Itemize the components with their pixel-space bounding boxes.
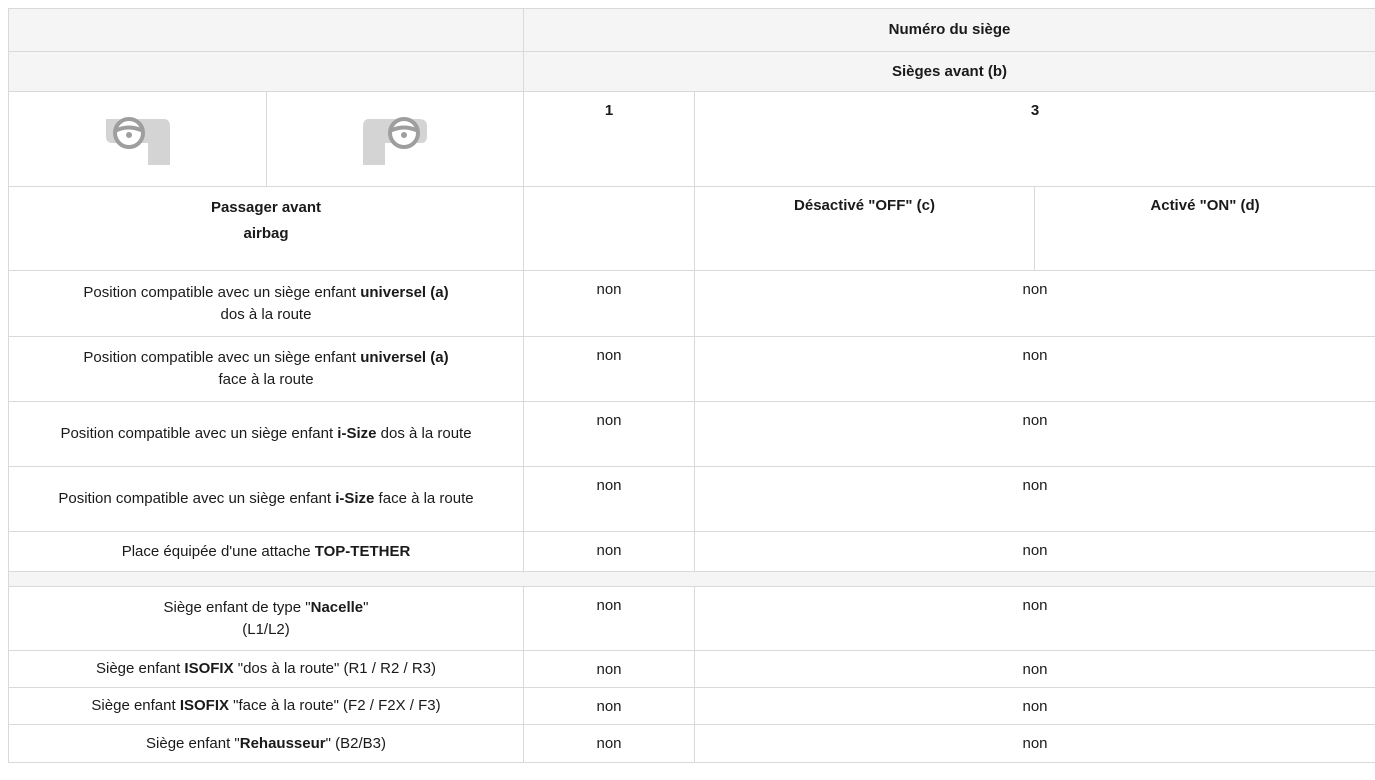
seat-1-value: non: [523, 270, 695, 337]
seat-3-value: non: [693, 466, 1375, 532]
row-label-text: Siège enfant ": [146, 734, 240, 752]
seat-3-value: non: [693, 531, 1375, 572]
table-row: Siège enfant ISOFIX "face à la route" (F…: [8, 687, 1375, 725]
row-label-emphasis: universel (a): [360, 283, 449, 301]
header-empty-cell: [8, 8, 524, 52]
seat-1-value: non: [523, 724, 695, 763]
row-label-text: Siège enfant de type ": [163, 598, 311, 616]
universal-rows-group: Position compatible avec un siège enfant…: [8, 270, 1375, 572]
row-label: Siège enfant "Rehausseur" (B2/B3): [8, 724, 524, 763]
row-label-text: Place équipée d'une attache: [121, 542, 315, 560]
table-row: Siège enfant "Rehausseur" (B2/B3) non non: [8, 724, 1375, 763]
lhd-icon-cell: [8, 91, 267, 187]
rhd-icon-cell: [266, 91, 524, 187]
row-label: Place équipée d'une attache TOP-TETHER: [8, 531, 524, 572]
airbag-on-header: Activé "ON" (d): [1033, 186, 1375, 271]
seat-3-value: non: [693, 724, 1375, 763]
seat-3-value: non: [693, 270, 1375, 337]
row-label-text: "dos à la route" (R1 / R2 / R3): [233, 660, 436, 677]
row-label-text: Siège enfant: [91, 697, 180, 714]
page: Numéro du siège Sièges avant (b) 1 3 Pas…: [0, 0, 1375, 780]
row-label-text: Siège enfant: [96, 660, 185, 677]
seat-3-value: non: [693, 687, 1375, 725]
row-label: Position compatible avec un siège enfant…: [8, 336, 524, 402]
header-row-icons: 1 3: [8, 91, 1375, 187]
table-row: Position compatible avec un siège enfant…: [8, 466, 1375, 532]
spacer-row: [7, 571, 1375, 587]
header-row-seat-number: Numéro du siège: [8, 8, 1375, 52]
row-label-text: ": [363, 598, 369, 616]
row-label-emphasis: TOP-TETHER: [314, 542, 411, 560]
seat-3-value: non: [693, 586, 1375, 651]
row-label-text: Position compatible avec un siège enfant: [83, 349, 361, 366]
airbag-header: Passager avant airbag: [8, 186, 524, 271]
table-row: Position compatible avec un siège enfant…: [8, 336, 1375, 402]
row-label: Siège enfant ISOFIX "dos à la route" (R1…: [8, 650, 524, 688]
header-empty-cell: [8, 51, 524, 92]
row-label-emphasis: i-Size: [337, 425, 377, 442]
table-row: Position compatible avec un siège enfant…: [8, 401, 1375, 467]
seat-1-header: 1: [523, 91, 695, 187]
front-seats-header: Sièges avant (b): [522, 51, 1375, 92]
seat-1-value: non: [523, 531, 695, 572]
seat-1-value: non: [523, 687, 695, 725]
row-label: Siège enfant de type "Nacelle" (L1/L2): [8, 586, 524, 651]
row-label-text: face à la route: [218, 371, 314, 388]
row-label-text: Position compatible avec un siège enfant: [60, 425, 338, 442]
row-label-text: Position compatible avec un siège enfant: [83, 283, 361, 301]
table-row: Position compatible avec un siège enfant…: [8, 270, 1375, 337]
left-hand-drive-icon: [105, 117, 170, 165]
seat-3-header: 3: [693, 91, 1375, 187]
seat-1-value: non: [523, 401, 695, 467]
row-label: Position compatible avec un siège enfant…: [8, 401, 524, 467]
seat-1-value: non: [523, 336, 695, 402]
row-label: Position compatible avec un siège enfant…: [8, 270, 524, 337]
seat-1-value: non: [523, 586, 695, 651]
airbag-header-line2: airbag: [243, 225, 289, 242]
row-label-emphasis: universel (a): [360, 349, 449, 366]
spacer-cell: [7, 571, 1375, 587]
row-label-emphasis: Nacelle: [310, 598, 364, 616]
airbag-header-line1: Passager avant: [210, 199, 322, 216]
seat-3-value: non: [693, 336, 1375, 402]
row-label-text: face à la route: [374, 490, 474, 507]
row-label-emphasis: Rehausseur: [239, 734, 326, 752]
row-label-emphasis: ISOFIX: [179, 697, 230, 714]
seat-3-value: non: [693, 650, 1375, 688]
seat-3-value: non: [693, 401, 1375, 467]
table-row: Siège enfant de type "Nacelle" (L1/L2) non…: [8, 586, 1375, 651]
isofix-rows-group: Siège enfant de type "Nacelle" (L1/L2) non…: [8, 586, 1375, 763]
seat-number-header: Numéro du siège: [522, 8, 1375, 52]
right-hand-drive-icon: [363, 117, 427, 165]
table-row: Siège enfant ISOFIX "dos à la route" (R1…: [8, 650, 1375, 688]
airbag-off-header: Désactivé "OFF" (c): [694, 186, 1035, 271]
row-label-text: " (B2/B3): [325, 734, 386, 752]
row-label: Siège enfant ISOFIX "face à la route" (F…: [8, 687, 524, 725]
row-label-text: dos à la route: [220, 305, 312, 323]
child-seat-compatibility-table: Numéro du siège Sièges avant (b) 1 3 Pas…: [7, 8, 1375, 763]
header-row-airbag: Passager avant airbag Désactivé "OFF" (c…: [8, 186, 1375, 271]
seat-1-value: non: [523, 650, 695, 688]
airbag-seat1-empty-cell: [523, 186, 695, 271]
row-label-emphasis: ISOFIX: [184, 660, 234, 677]
row-label-sub: (L1/L2): [242, 620, 290, 638]
row-label-emphasis: i-Size: [335, 490, 375, 507]
row-label-text: Position compatible avec un siège enfant: [58, 490, 336, 507]
header-row-front-seats: Sièges avant (b): [8, 51, 1375, 92]
row-label: Position compatible avec un siège enfant…: [8, 466, 524, 532]
row-label-text: dos à la route: [376, 425, 472, 442]
row-label-text: "face à la route" (F2 / F2X / F3): [229, 697, 441, 714]
table-row: Place équipée d'une attache TOP-TETHER no…: [8, 531, 1375, 572]
seat-1-value: non: [523, 466, 695, 532]
